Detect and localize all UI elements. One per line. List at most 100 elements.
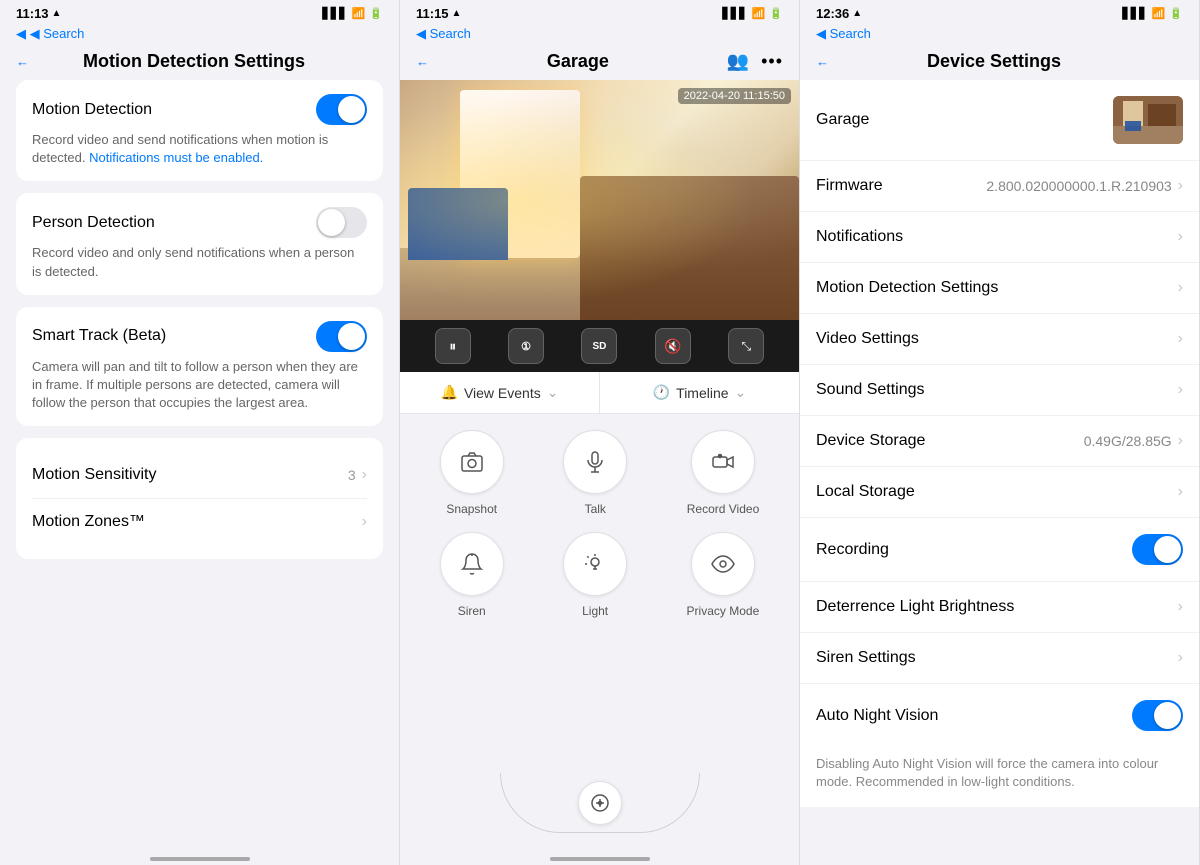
snapshot-button[interactable]: Snapshot bbox=[440, 430, 504, 516]
settings-scroll-1: Motion Detection Record video and send n… bbox=[0, 80, 399, 841]
motion-zones-row[interactable]: Motion Zones™ › bbox=[32, 499, 367, 545]
status-icons-1: ▋▋▋ 📶 🔋 bbox=[322, 7, 383, 20]
time-3: 12:36 ▲ bbox=[816, 6, 862, 21]
battery-icon-2: 🔋 bbox=[769, 7, 783, 20]
siren-settings-chevron: › bbox=[1178, 649, 1183, 667]
camera-feed: 2022-04-20 11:15:50 bbox=[400, 80, 799, 320]
back-button-2[interactable]: ← bbox=[416, 54, 429, 69]
privacy-mode-label: Privacy Mode bbox=[687, 604, 760, 618]
local-storage-row[interactable]: Local Storage › bbox=[800, 467, 1199, 518]
mute-button[interactable]: 🔇 bbox=[655, 328, 691, 364]
device-settings-panel: 12:36 ▲ ▋▋▋ 📶 🔋 ◀ Search ← Device Settin… bbox=[800, 0, 1200, 865]
fullscreen-button[interactable]: ⤡ bbox=[728, 328, 764, 364]
sd-button[interactable]: SD bbox=[581, 328, 617, 364]
view-events-button[interactable]: 🔔 View Events ⌄ bbox=[400, 372, 600, 413]
device-settings-scroll: Garage Firmware 2.800.020000000.1.R.2109… bbox=[800, 80, 1199, 865]
home-bar-2 bbox=[400, 841, 799, 865]
recording-row: Recording bbox=[800, 518, 1199, 582]
actions-row-2: Siren Light bbox=[416, 532, 783, 618]
siren-settings-row[interactable]: Siren Settings › bbox=[800, 633, 1199, 684]
video-settings-row[interactable]: Video Settings › bbox=[800, 314, 1199, 365]
light-icon-circle bbox=[563, 532, 627, 596]
device-thumbnail bbox=[1113, 96, 1183, 144]
people-icon[interactable]: 👥 bbox=[727, 51, 749, 72]
device-storage-value: 0.49G/28.85G bbox=[1084, 433, 1172, 449]
device-settings-list: Garage Firmware 2.800.020000000.1.R.2109… bbox=[800, 80, 1199, 747]
wifi-icon-3: 📶 bbox=[1152, 7, 1166, 20]
search-back-label-2: Search bbox=[430, 26, 471, 41]
location-icon-1: ▲ bbox=[52, 8, 62, 19]
notifications-link[interactable]: Notifications must be enabled. bbox=[89, 150, 263, 165]
page-title-3: Device Settings bbox=[829, 51, 1159, 72]
recording-toggle[interactable] bbox=[1132, 534, 1183, 565]
motion-sensitivity-row[interactable]: Motion Sensitivity 3 › bbox=[32, 452, 367, 499]
privacy-mode-button[interactable]: Privacy Mode bbox=[687, 532, 760, 618]
motion-detection-toggle[interactable] bbox=[316, 94, 367, 125]
motion-detection-settings-row[interactable]: Motion Detection Settings › bbox=[800, 263, 1199, 314]
auto-night-vision-toggle[interactable] bbox=[1132, 700, 1183, 731]
garage-camera-panel: 11:15 ▲ ▋▋▋ 📶 🔋 ◀ Search ← Garage 👥 ••• bbox=[400, 0, 800, 865]
garage-device-name: Garage bbox=[816, 111, 869, 129]
nav-bar-1: ← Motion Detection Settings bbox=[0, 47, 399, 80]
toggle-knob-1 bbox=[338, 96, 365, 123]
device-storage-label: Device Storage bbox=[816, 432, 925, 450]
wifi-icon-2: 📶 bbox=[752, 7, 766, 20]
time-1: 11:13 ▲ bbox=[16, 6, 61, 21]
motion-detection-settings-chevron: › bbox=[1178, 279, 1183, 297]
deterrence-light-row[interactable]: Deterrence Light Brightness › bbox=[800, 582, 1199, 633]
record-video-button[interactable]: Record Video bbox=[687, 430, 760, 516]
motion-sensitivity-chevron: › bbox=[362, 466, 367, 484]
signal-icon-1: ▋▋▋ bbox=[322, 7, 347, 20]
toggle-knob-recording bbox=[1154, 536, 1181, 563]
pan-control-button[interactable] bbox=[578, 781, 622, 825]
smart-track-toggle[interactable] bbox=[316, 321, 367, 352]
talk-button[interactable]: Talk bbox=[563, 430, 627, 516]
motion-detection-setting: Motion Detection Record video and send n… bbox=[16, 80, 383, 181]
wifi-icon-1: 📶 bbox=[352, 7, 366, 20]
deterrence-light-label: Deterrence Light Brightness bbox=[816, 598, 1014, 616]
firmware-right: 2.800.020000000.1.R.210903 › bbox=[986, 177, 1183, 195]
back-icon-2: ← bbox=[416, 54, 429, 69]
person-detection-desc: Record video and only send notifications… bbox=[32, 244, 367, 280]
siren-button[interactable]: Siren bbox=[440, 532, 504, 618]
snapshot-label: Snapshot bbox=[446, 502, 497, 516]
light-label: Light bbox=[582, 604, 608, 618]
pause-button[interactable]: ⏸ bbox=[435, 328, 471, 364]
local-storage-label: Local Storage bbox=[816, 483, 915, 501]
search-back-3[interactable]: ◀ Search bbox=[800, 25, 1199, 47]
home-bar-1 bbox=[0, 841, 399, 865]
device-storage-right: 0.49G/28.85G › bbox=[1084, 432, 1183, 450]
firmware-row[interactable]: Firmware 2.800.020000000.1.R.210903 › bbox=[800, 161, 1199, 212]
search-back-1[interactable]: ◀ ◀ Search bbox=[0, 25, 399, 47]
sound-settings-row[interactable]: Sound Settings › bbox=[800, 365, 1199, 416]
search-back-label-3: Search bbox=[830, 26, 871, 41]
device-storage-row[interactable]: Device Storage 0.49G/28.85G › bbox=[800, 416, 1199, 467]
person-detection-toggle[interactable] bbox=[316, 207, 367, 238]
back-button-3[interactable]: ← bbox=[816, 54, 829, 69]
talk-label: Talk bbox=[585, 502, 606, 516]
page-title-1: Motion Detection Settings bbox=[29, 51, 359, 72]
sound-settings-label: Sound Settings bbox=[816, 381, 925, 399]
notifications-row[interactable]: Notifications › bbox=[800, 212, 1199, 263]
siren-settings-label: Siren Settings bbox=[816, 649, 916, 667]
motion-sensitivity-right: 3 › bbox=[348, 466, 367, 484]
nav-bar-3: ← Device Settings bbox=[800, 47, 1199, 80]
smart-track-desc: Camera will pan and tilt to follow a per… bbox=[32, 358, 367, 413]
motion-detection-label: Motion Detection bbox=[32, 101, 152, 119]
timeline-label: Timeline bbox=[676, 385, 728, 401]
light-button[interactable]: Light bbox=[563, 532, 627, 618]
sound-settings-chevron: › bbox=[1178, 381, 1183, 399]
timeline-button[interactable]: 🕐 Timeline ⌄ bbox=[600, 372, 799, 413]
pan-area bbox=[400, 765, 799, 841]
pan-arc bbox=[500, 773, 700, 833]
back-button-1[interactable]: ← bbox=[16, 54, 29, 69]
clock-icon: 🕐 bbox=[653, 384, 670, 401]
search-back-2[interactable]: ◀ Search bbox=[400, 25, 799, 47]
device-header-row[interactable]: Garage bbox=[800, 80, 1199, 161]
more-icon[interactable]: ••• bbox=[761, 51, 783, 72]
clock-2: 11:15 bbox=[416, 6, 449, 21]
search-back-label-1: ◀ Search bbox=[30, 26, 85, 41]
channel-button[interactable]: ① bbox=[508, 328, 544, 364]
record-video-label: Record Video bbox=[687, 502, 760, 516]
motion-sensitivity-value: 3 bbox=[348, 467, 356, 483]
